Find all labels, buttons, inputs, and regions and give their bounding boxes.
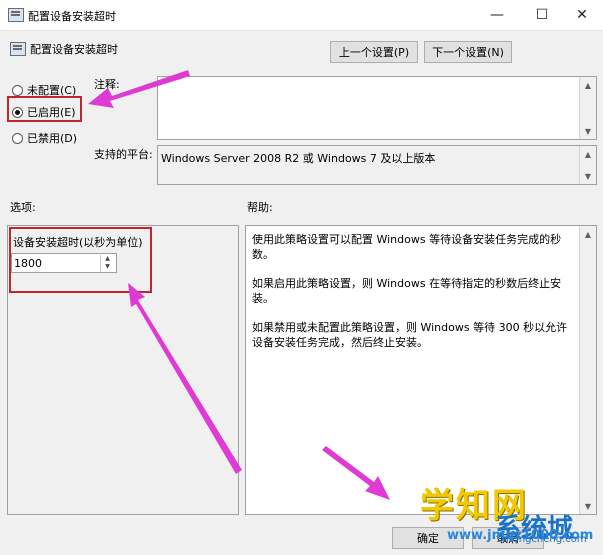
- watermark-url: xitongcheng.com: [500, 534, 587, 545]
- arrow-to-timeout: [128, 283, 242, 474]
- arrow-to-ok: [322, 446, 390, 500]
- arrow-to-enabled: [88, 70, 190, 108]
- annotation-arrows: [88, 70, 390, 500]
